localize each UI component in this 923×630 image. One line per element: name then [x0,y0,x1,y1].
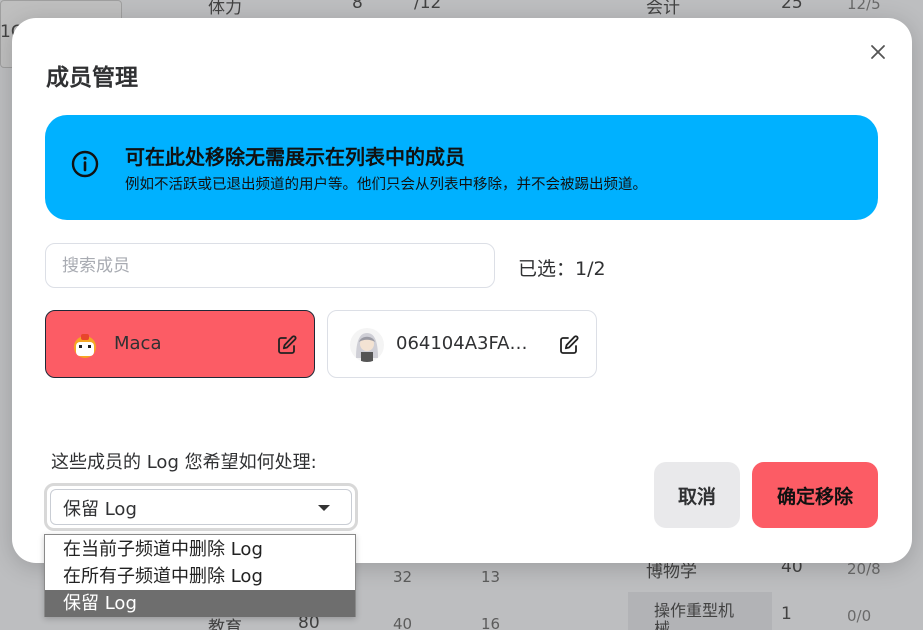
member-name: Maca [114,333,162,354]
avatar [350,328,384,362]
info-description: 例如不活跃或已退出频道的用户等。他们只会从列表中移除，并不会被踢出频道。 [125,177,647,193]
log-handling-dropdown: 在当前子频道中删除 Log 在所有子频道中删除 Log 保留 Log [44,534,356,617]
edit-icon[interactable] [558,334,580,356]
edit-icon[interactable] [276,334,298,356]
option-delete-all-channels[interactable]: 在所有子频道中删除 Log [45,563,355,590]
cancel-button[interactable]: 取消 [654,462,740,528]
close-icon [871,45,885,59]
option-keep-log[interactable]: 保留 Log [45,590,355,617]
search-members-input[interactable] [45,243,495,288]
info-title: 可在此处移除无需展示在列表中的成员 [125,145,465,169]
info-alert: 可在此处移除无需展示在列表中的成员 例如不活跃或已退出频道的用户等。他们只会从列… [45,115,878,220]
avatar [68,328,102,362]
selected-count: 已选：1/2 [518,258,606,280]
member-card[interactable]: Maca [45,310,315,378]
member-management-dialog: 成员管理 可在此处移除无需展示在列表中的成员 例如不活跃或已退出频道的用户等。他… [12,18,912,563]
member-name: 064104A3FA… [396,333,528,354]
member-card[interactable]: 064104A3FA… [327,310,597,378]
select-value: 保留 Log [63,499,137,520]
info-icon [71,150,99,178]
log-handling-select[interactable]: 保留 Log [44,483,358,531]
log-handling-label: 这些成员的 Log 您希望如何处理: [51,452,317,473]
dialog-title: 成员管理 [46,65,138,91]
option-delete-current-channel[interactable]: 在当前子频道中删除 Log [45,536,355,563]
close-button[interactable] [864,38,892,66]
caret-down-icon [318,505,330,511]
confirm-remove-button[interactable]: 确定移除 [752,462,878,528]
